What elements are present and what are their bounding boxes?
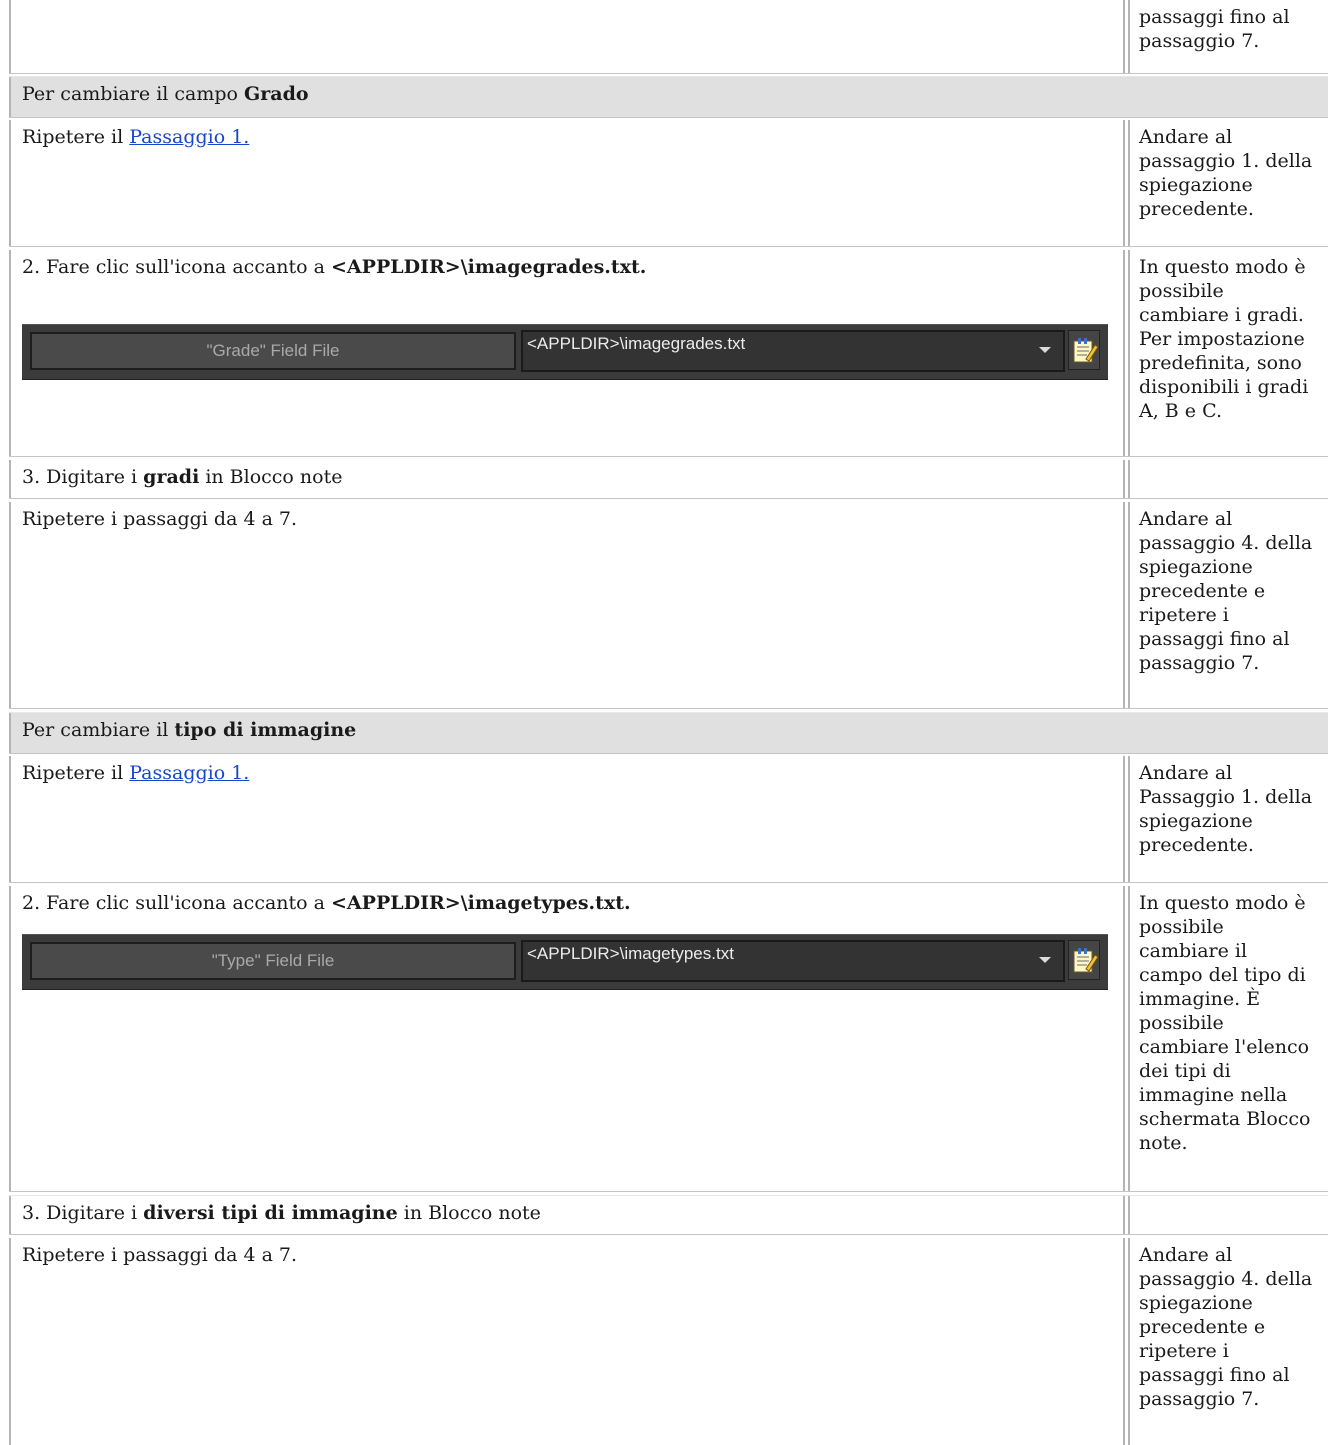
section-header-prefix: Per cambiare il campo xyxy=(22,83,245,105)
dropdown-arrow-icon[interactable] xyxy=(1039,957,1051,963)
grade-field-file-value: <APPLDIR>\imagegrades.txt xyxy=(527,334,746,353)
table-row: Ripetere i passaggi da 4 a 7. Andare al … xyxy=(0,1238,1328,1445)
step-text: 3. Digitare i xyxy=(22,466,144,488)
section-header-type: Per cambiare il tipo di immagine xyxy=(0,713,1328,753)
type-field-file-label: "Type" Field File xyxy=(30,942,516,980)
step-path: <APPLDIR>\imagetypes.txt. xyxy=(331,892,631,914)
step-text: Ripetere il xyxy=(22,762,130,784)
side-note: In questo modo è possibile cambiare i gr… xyxy=(1139,256,1309,422)
side-note: In questo modo è possibile cambiare il c… xyxy=(1139,892,1311,1154)
step-text: 2. Fare clic sull'icona accanto a xyxy=(22,256,332,278)
step-text: Ripetere i passaggi da 4 a 7. xyxy=(22,508,298,530)
type-field-file-select[interactable]: <APPLDIR>\imagetypes.txt xyxy=(521,940,1065,982)
step-bold: diversi tipi di immagine xyxy=(143,1202,398,1224)
section-header-bold: Grado xyxy=(244,83,309,105)
step-text: Ripetere i passaggi da 4 a 7. xyxy=(22,1244,298,1266)
side-cell: passaggi fino al passaggio 7. xyxy=(1128,0,1328,73)
notepad-edit-icon[interactable] xyxy=(1068,940,1100,980)
step-text-suffix: in Blocco note xyxy=(397,1202,541,1224)
side-note: Andare al Passaggio 1. della spiegazione… xyxy=(1139,762,1313,856)
table-row: passaggi fino al passaggio 7. xyxy=(0,0,1328,73)
notepad-edit-icon[interactable] xyxy=(1068,330,1100,370)
dropdown-arrow-icon[interactable] xyxy=(1039,347,1051,353)
table-row: 3. Digitare i gradi in Blocco note xyxy=(0,460,1328,498)
table-row: 3. Digitare i diversi tipi di immagine i… xyxy=(0,1196,1328,1234)
grade-field-file-widget: "Grade" Field File <APPLDIR>\imagegrades… xyxy=(22,324,1108,380)
section-header-grade: Per cambiare il campo Grado xyxy=(0,77,1328,117)
type-field-file-widget: "Type" Field File <APPLDIR>\imagetypes.t… xyxy=(22,934,1108,990)
side-note: Andare al passaggio 4. della spiegazione… xyxy=(1139,508,1313,674)
step-text-suffix: in Blocco note xyxy=(199,466,343,488)
step-text: 3. Digitare i xyxy=(22,1202,144,1224)
table-row: Ripetere i passaggi da 4 a 7. Andare al … xyxy=(0,502,1328,708)
table-row: 2. Fare clic sull'icona accanto a <APPLD… xyxy=(0,886,1328,1191)
passaggio-1-link[interactable]: Passaggio 1. xyxy=(129,762,249,784)
side-note: Andare al passaggio 1. della spiegazione… xyxy=(1139,126,1313,220)
step-text: Ripetere il xyxy=(22,126,130,148)
table-row: Ripetere il Passaggio 1. Andare al Passa… xyxy=(0,756,1328,882)
table-row: Ripetere il Passaggio 1. Andare al passa… xyxy=(0,120,1328,246)
step-path: <APPLDIR>\imagegrades.txt. xyxy=(331,256,647,278)
side-note: passaggi fino al passaggio 7. xyxy=(1139,6,1290,52)
grade-field-file-label: "Grade" Field File xyxy=(30,332,516,370)
type-field-file-value: <APPLDIR>\imagetypes.txt xyxy=(527,944,734,963)
step-text: 2. Fare clic sull'icona accanto a xyxy=(22,892,332,914)
table-row: 2. Fare clic sull'icona accanto a <APPLD… xyxy=(0,250,1328,456)
passaggio-1-link[interactable]: Passaggio 1. xyxy=(129,126,249,148)
section-header-prefix: Per cambiare il xyxy=(22,719,175,741)
section-header-bold: tipo di immagine xyxy=(174,719,357,741)
grade-field-file-select[interactable]: <APPLDIR>\imagegrades.txt xyxy=(521,330,1065,372)
main-cell xyxy=(9,0,1125,73)
side-note: Andare al passaggio 4. della spiegazione… xyxy=(1139,1244,1313,1410)
step-bold: gradi xyxy=(143,466,200,488)
